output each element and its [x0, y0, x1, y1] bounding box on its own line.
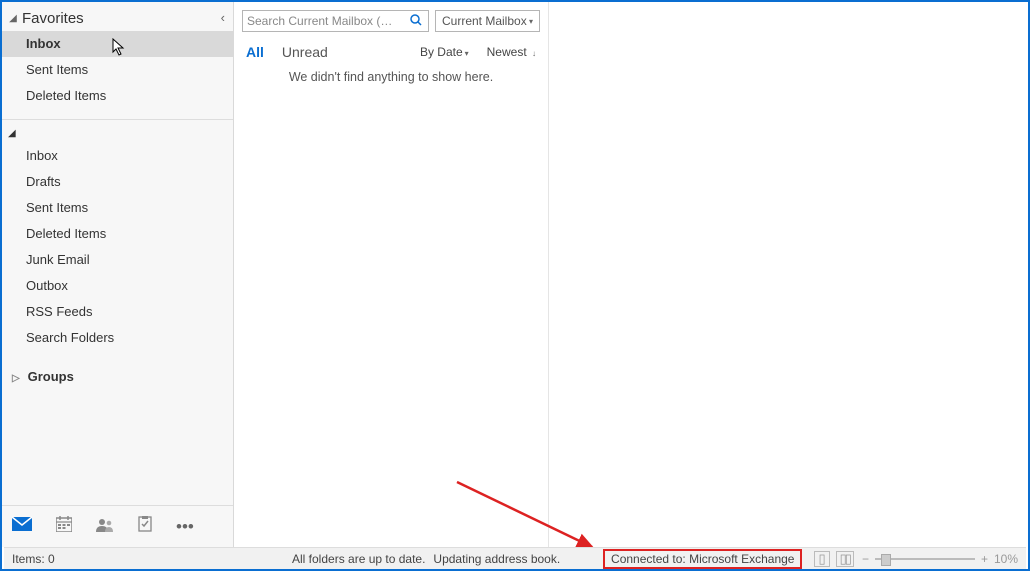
zoom-control: − + 10%: [862, 552, 1018, 566]
sort-by-dropdown[interactable]: By Date▾: [420, 45, 469, 59]
search-input[interactable]: Search Current Mailbox (…: [242, 10, 429, 32]
collapse-pane-icon[interactable]: ‹: [221, 10, 225, 25]
caret-down-icon: ◢: [8, 128, 16, 139]
zoom-percent: 10%: [994, 552, 1018, 566]
folder-pane: ◢ Favorites ‹ Inbox Sent Items Deleted I…: [2, 2, 234, 547]
chevron-down-icon: ▾: [465, 49, 469, 58]
folder-drafts[interactable]: Drafts: [2, 169, 233, 195]
search-scope-dropdown[interactable]: Current Mailbox ▾: [435, 10, 540, 32]
folder-sent-items[interactable]: Sent Items: [2, 195, 233, 221]
folder-outbox[interactable]: Outbox: [2, 273, 233, 299]
folder-search-folders[interactable]: Search Folders: [2, 325, 233, 351]
favorites-header[interactable]: ◢ Favorites ‹: [2, 6, 233, 31]
status-connection: Connected to: Microsoft Exchange: [603, 549, 802, 569]
account-header[interactable]: ◢: [2, 119, 233, 143]
folder-junk-email[interactable]: Junk Email: [2, 247, 233, 273]
zoom-out-button[interactable]: −: [862, 552, 869, 566]
zoom-slider[interactable]: [875, 558, 975, 560]
folder-deleted-items[interactable]: Deleted Items: [2, 221, 233, 247]
filter-row: All Unread By Date▾ Newest ↓: [234, 40, 548, 66]
status-sync: All folders are up to date.: [292, 552, 425, 566]
tasks-icon[interactable]: [138, 516, 152, 537]
calendar-icon[interactable]: [56, 516, 72, 537]
zoom-in-button[interactable]: +: [981, 552, 988, 566]
empty-state-text: We didn't find anything to show here.: [234, 66, 548, 88]
overflow-icon[interactable]: •••: [176, 517, 194, 537]
arrow-down-icon: ↓: [532, 49, 536, 58]
folder-rss-feeds[interactable]: RSS Feeds: [2, 299, 233, 325]
reading-pane: [549, 2, 1028, 547]
status-task: Updating address book.: [433, 552, 560, 566]
caret-right-icon: ▷: [12, 373, 22, 384]
caret-down-icon: ◢: [8, 13, 18, 24]
mail-icon[interactable]: [12, 516, 32, 537]
favorites-deleted-items[interactable]: Deleted Items: [2, 83, 233, 109]
chevron-down-icon: ▾: [529, 17, 533, 26]
status-items-count: Items: 0: [12, 552, 292, 566]
favorites-inbox[interactable]: Inbox: [2, 31, 233, 57]
nav-bar: •••: [2, 505, 233, 547]
message-list-pane: Search Current Mailbox (… Current Mailbo…: [234, 2, 549, 547]
folder-inbox[interactable]: Inbox: [2, 143, 233, 169]
people-icon[interactable]: [96, 517, 114, 537]
groups-header[interactable]: ▷ Groups: [2, 363, 233, 388]
favorites-label: Favorites: [22, 10, 84, 27]
filter-all[interactable]: All: [246, 44, 264, 60]
view-normal-icon[interactable]: ▯: [814, 551, 829, 567]
sort-order-dropdown[interactable]: Newest ↓: [487, 45, 536, 59]
view-reading-icon[interactable]: ▯▯: [836, 551, 854, 567]
filter-unread[interactable]: Unread: [282, 44, 328, 60]
view-switcher: ▯ ▯▯: [814, 551, 853, 567]
favorites-sent-items[interactable]: Sent Items: [2, 57, 233, 83]
search-icon[interactable]: [410, 14, 422, 29]
status-bar: Items: 0 All folders are up to date. Upd…: [4, 547, 1026, 569]
